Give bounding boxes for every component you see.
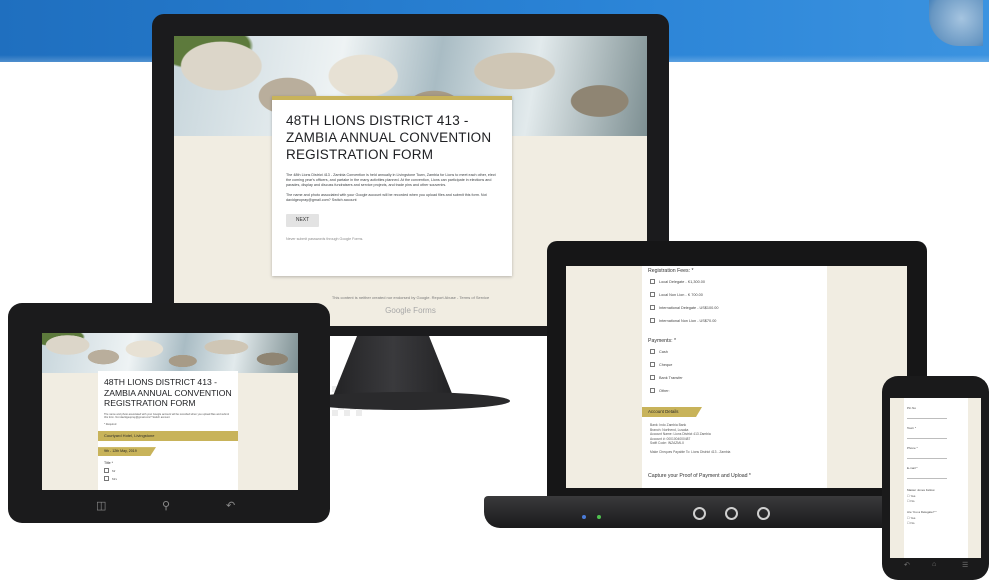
fee-option[interactable]: International Non Lion - US$70.00 — [650, 318, 716, 323]
fee-option[interactable]: Local Non Lion - K 700.00 — [650, 292, 703, 297]
account-line: Swift Code: INZAZMLX — [650, 441, 685, 445]
input-underline[interactable] — [907, 458, 947, 459]
form-title: 48TH LIONS DISTRICT 413 - ZAMBIA ANNUAL … — [286, 113, 492, 162]
menu-icon[interactable]: ☰ — [962, 561, 968, 569]
venue-band: Courtyard Hotel, Livingstone — [98, 431, 238, 442]
back-icon[interactable]: ↶ — [904, 561, 910, 569]
laptop-base — [484, 496, 946, 528]
form-card: 48TH LIONS DISTRICT 413 - ZAMBIA ANNUAL … — [272, 96, 512, 276]
phone-screen: Pin No Town * Phone * E-mail * Master Jo… — [890, 398, 981, 558]
laptop-screen: Registration Fees: * Local Delegate - K1… — [566, 266, 907, 488]
date-band: 9th - 12th May, 2019 — [98, 447, 156, 457]
payment-option[interactable]: Other: — [650, 388, 670, 393]
never-submit-notice: Never submit passwords through Google Fo… — [286, 237, 364, 241]
circle-button-icon[interactable] — [757, 507, 770, 520]
field-label: Master Jones Fellow — [907, 488, 935, 492]
circle-button-icon[interactable] — [693, 507, 706, 520]
required-note: * Required — [104, 422, 117, 426]
checkbox-icon[interactable] — [650, 388, 655, 393]
search-icon[interactable]: ⚲ — [162, 499, 170, 512]
form-section: Pin No Town * Phone * E-mail * Master Jo… — [904, 398, 968, 558]
yes-option[interactable]: ☐ Yes — [907, 516, 915, 520]
green-led-icon — [597, 515, 601, 519]
payment-option[interactable]: Cash — [650, 349, 668, 354]
checkbox-icon[interactable] — [650, 292, 655, 297]
form-description: The 48th Lions District 413 - Zambia Con… — [286, 173, 496, 187]
phone: Pin No Town * Phone * E-mail * Master Jo… — [882, 376, 989, 580]
input-underline[interactable] — [907, 438, 947, 439]
input-underline[interactable] — [907, 478, 947, 479]
circle-button-icon[interactable] — [725, 507, 738, 520]
yes-option[interactable]: ☐ Yes — [907, 494, 915, 498]
upload-heading: Capture your Proof of Payment and Upload… — [648, 473, 751, 479]
form-card: 48TH LIONS DISTRICT 413 - ZAMBIA ANNUAL … — [98, 371, 238, 490]
account-notice: The name and photo associated with your … — [104, 412, 230, 419]
title-option[interactable]: Mrs — [104, 476, 232, 482]
monitor-stand — [333, 336, 453, 396]
checkbox-icon[interactable] — [104, 476, 109, 482]
field-label: Are You a Delegate? * — [907, 510, 937, 514]
blue-led-icon — [582, 515, 586, 519]
laptop: Registration Fees: * Local Delegate - K1… — [547, 241, 927, 499]
field-label: Town * — [907, 426, 917, 430]
checkbox-icon[interactable] — [650, 318, 655, 323]
checkbox-icon[interactable] — [650, 305, 655, 310]
back-icon[interactable]: ↶ — [226, 499, 235, 512]
title-option[interactable]: Mr — [104, 468, 232, 474]
checkbox-icon[interactable] — [650, 279, 655, 284]
no-option[interactable]: ☐ No — [907, 521, 914, 525]
account-notice: The name and photo associated with your … — [286, 193, 487, 202]
field-label: Pin No — [907, 406, 917, 410]
payment-option[interactable]: Cheque — [650, 362, 672, 367]
form-title: 48TH LIONS DISTRICT 413 - ZAMBIA ANNUAL … — [104, 377, 232, 408]
form-section: Registration Fees: * Local Delegate - K1… — [642, 266, 827, 488]
no-option[interactable]: ☐ No — [907, 499, 914, 503]
tablet-screen: 48TH LIONS DISTRICT 413 - ZAMBIA ANNUAL … — [42, 333, 298, 490]
header-image — [42, 333, 298, 373]
title-question: Title * — [104, 461, 114, 466]
monitor-base — [300, 392, 510, 410]
checkbox-icon[interactable] — [650, 349, 655, 354]
payment-option[interactable]: Bank Transfer — [650, 375, 683, 380]
next-button[interactable]: NEXT — [286, 214, 319, 227]
field-label: Phone * — [907, 446, 918, 450]
checkbox-icon[interactable] — [104, 468, 109, 474]
checkbox-icon[interactable] — [650, 362, 655, 367]
fee-option[interactable]: International Delegate - US$100.00 — [650, 305, 719, 310]
payments-heading: Payments: * — [648, 338, 676, 344]
input-underline[interactable] — [907, 418, 947, 419]
account-details-band: Account Details — [642, 407, 702, 417]
tablet: 48TH LIONS DISTRICT 413 - ZAMBIA ANNUAL … — [8, 303, 330, 523]
home-icon[interactable]: ⌂ — [932, 561, 936, 568]
fees-heading: Registration Fees: * — [648, 268, 694, 274]
field-label: E-mail * — [907, 466, 918, 470]
fee-option[interactable]: Local Delegate - K1,300.00 — [650, 279, 705, 284]
cheque-note: Make Cheques Payable To: Lions District … — [650, 450, 731, 454]
checkbox-icon[interactable] — [650, 375, 655, 380]
windows-icon[interactable]: ◫ — [96, 499, 106, 512]
